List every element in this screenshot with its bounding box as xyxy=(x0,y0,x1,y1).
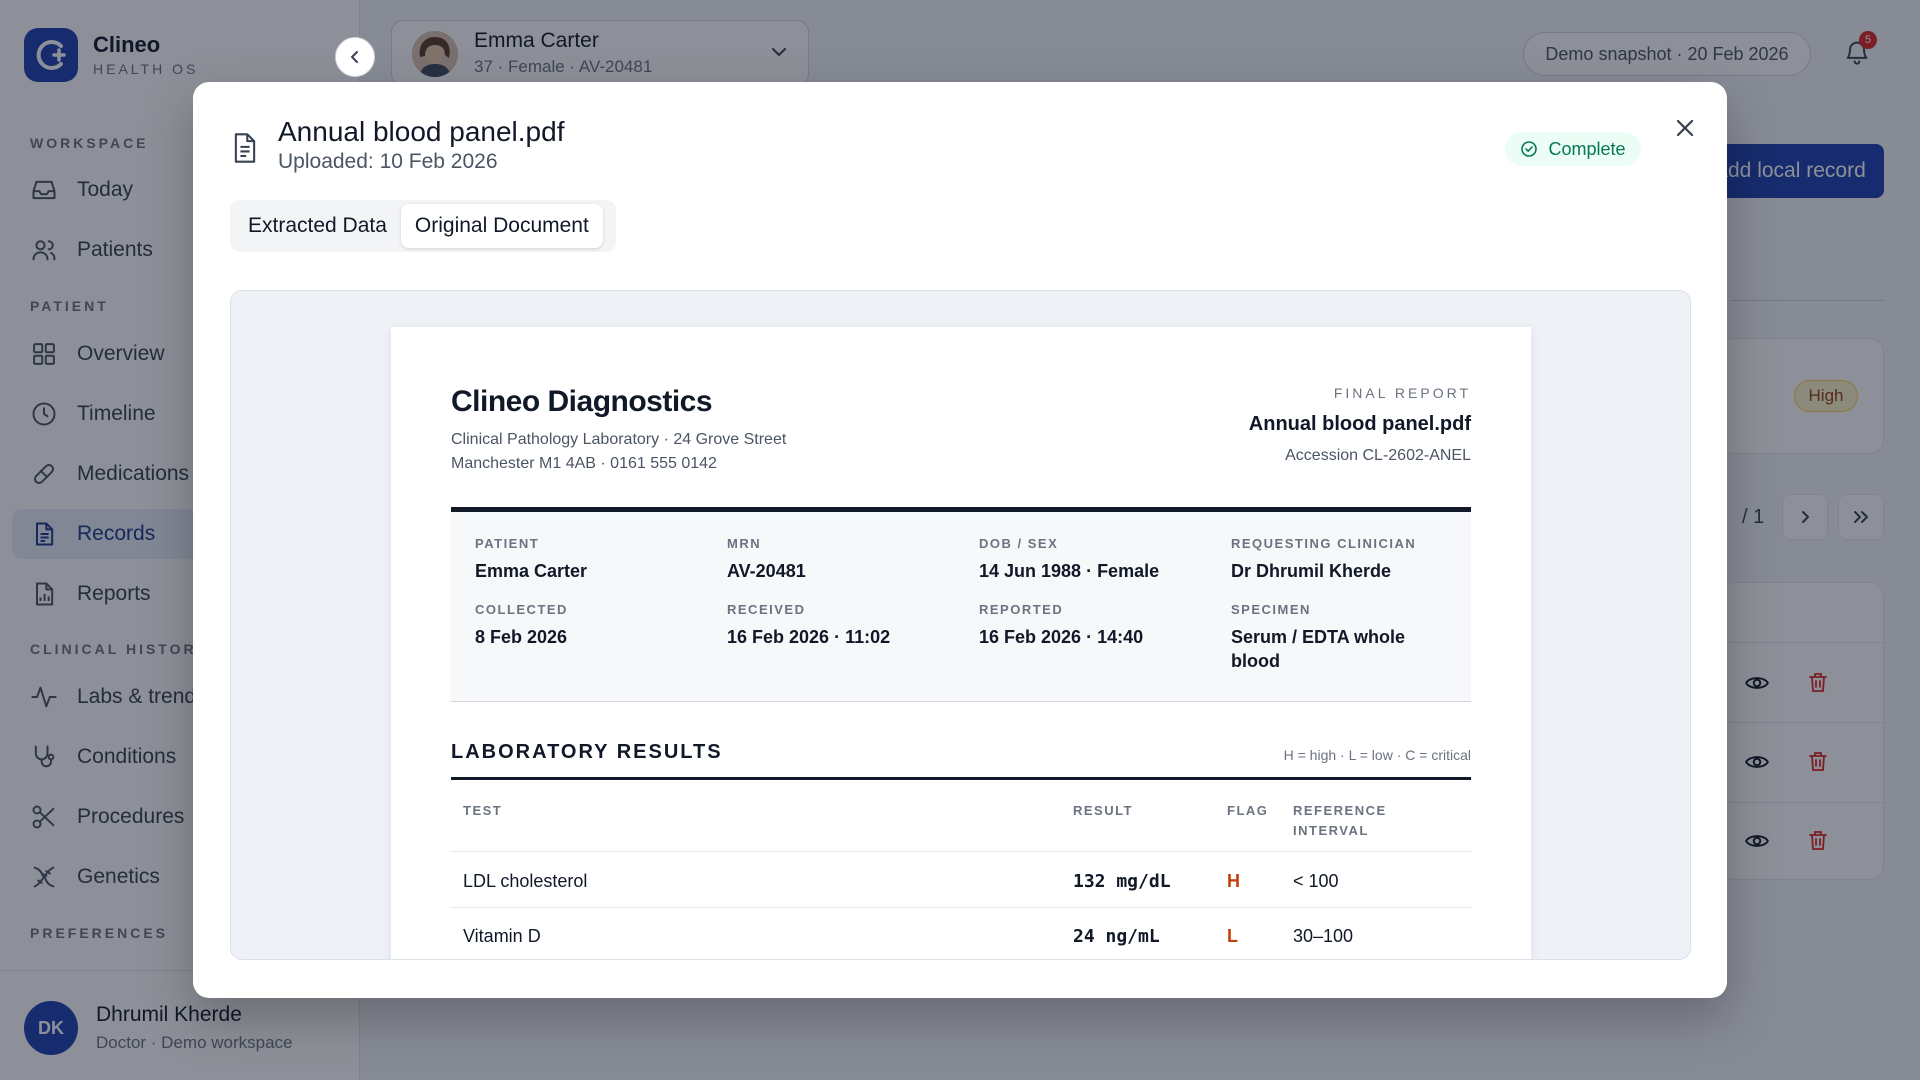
cell-result: 24 ng/mL xyxy=(1073,926,1160,947)
info-label: RECEIVED xyxy=(727,602,806,617)
info-label: REQUESTING CLINICIAN xyxy=(1231,536,1417,551)
info-label: MRN xyxy=(727,536,762,551)
info-dob-sex: DOB / SEX 14 Jun 1988 · Female xyxy=(979,536,1219,583)
cell-flag: L xyxy=(1227,926,1238,946)
close-button[interactable] xyxy=(1667,110,1703,146)
info-value: Serum / EDTA whole blood xyxy=(1231,627,1406,671)
info-label: COLLECTED xyxy=(475,602,568,617)
info-value: AV-20481 xyxy=(727,561,806,581)
modal-title: Annual blood panel.pdf xyxy=(278,116,565,147)
report-file-name: Annual blood panel.pdf xyxy=(1248,413,1471,435)
info-value: 8 Feb 2026 xyxy=(475,627,568,647)
row-divider xyxy=(451,851,1471,852)
status-label: Complete xyxy=(1548,138,1626,159)
info-label: DOB / SEX xyxy=(979,536,1059,551)
upload-date: Uploaded: 10 Feb 2026 xyxy=(278,150,498,173)
info-clinician: REQUESTING CLINICIAN Dr Dhrumil Kherde xyxy=(1231,536,1471,583)
status-badge: Complete xyxy=(1505,132,1641,166)
cell-test: LDL cholesterol xyxy=(463,871,588,891)
column-header-flag: FLAG xyxy=(1227,803,1269,818)
lab-address-line2: Manchester M1 4AB · 0161 555 0142 xyxy=(451,455,717,472)
cell-reference: < 100 xyxy=(1293,871,1339,891)
info-value: 16 Feb 2026 · 11:02 xyxy=(727,627,891,647)
info-mrn: MRN AV-20481 xyxy=(727,536,967,583)
info-label: SPECIMEN xyxy=(1231,602,1311,617)
report-type: FINAL REPORT xyxy=(1333,385,1471,401)
column-header-result: RESULT xyxy=(1073,803,1134,818)
document-page: Clineo Diagnostics Clinical Pathology La… xyxy=(391,327,1531,959)
cell-test: Vitamin D xyxy=(463,926,541,946)
info-value: 16 Feb 2026 · 14:40 xyxy=(979,627,1144,647)
check-circle-icon xyxy=(1521,141,1538,157)
document-icon xyxy=(234,133,256,163)
close-icon xyxy=(1676,119,1694,137)
document-modal: Annual blood panel.pdf Uploaded: 10 Feb … xyxy=(193,82,1727,998)
flag-legend: H = high · L = low · C = critical xyxy=(1283,747,1471,763)
info-patient: PATIENT Emma Carter xyxy=(475,536,715,583)
info-specimen: SPECIMEN Serum / EDTA whole blood xyxy=(1231,602,1431,673)
info-value: Emma Carter xyxy=(475,561,588,581)
document-viewer[interactable]: Clineo Diagnostics Clinical Pathology La… xyxy=(230,290,1691,960)
column-header-reference: REFERENCE INTERVAL xyxy=(1293,803,1387,838)
row-divider xyxy=(451,907,1471,908)
column-header-test: TEST xyxy=(463,803,503,818)
accession-number: Accession CL-2602-ANEL xyxy=(1285,447,1471,464)
cell-flag: H xyxy=(1227,871,1240,891)
info-reported: REPORTED 16 Feb 2026 · 14:40 xyxy=(979,602,1219,649)
collapse-sidebar-button[interactable] xyxy=(335,37,375,77)
tab-extracted-data[interactable]: Extracted Data xyxy=(234,204,401,248)
info-value: 14 Jun 1988 · Female xyxy=(979,561,1160,581)
results-title: LABORATORY RESULTS xyxy=(451,741,723,763)
cell-reference: 30–100 xyxy=(1293,926,1354,946)
info-value: Dr Dhrumil Kherde xyxy=(1231,561,1392,581)
info-collected: COLLECTED 8 Feb 2026 xyxy=(475,602,715,649)
lab-address-line1: Clinical Pathology Laboratory · 24 Grove… xyxy=(451,431,787,448)
patient-info-panel: PATIENT Emma Carter MRN AV-20481 DOB / S… xyxy=(451,512,1471,702)
tab-bar: Extracted Data Original Document xyxy=(230,200,616,252)
info-label: REPORTED xyxy=(979,602,1064,617)
info-label: PATIENT xyxy=(475,536,540,551)
info-received: RECEIVED 16 Feb 2026 · 11:02 xyxy=(727,602,967,649)
tab-original-document[interactable]: Original Document xyxy=(400,204,603,248)
results-rule xyxy=(451,777,1471,780)
chevron-left-icon xyxy=(351,51,358,63)
lab-name: Clineo Diagnostics xyxy=(451,385,713,418)
cell-result: 132 mg/dL xyxy=(1073,871,1171,892)
